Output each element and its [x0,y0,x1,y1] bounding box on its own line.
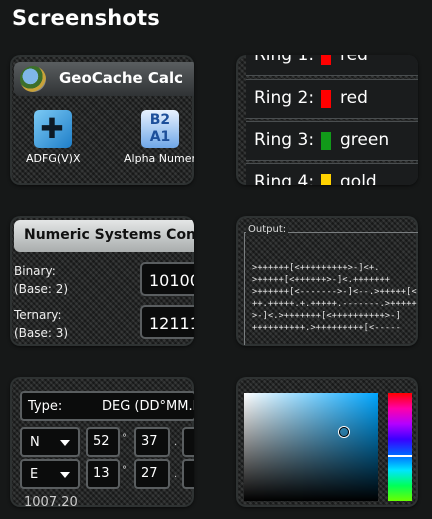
icon-glyph-top: B2 [149,112,171,128]
label-line: Binary: [14,264,56,278]
icon-glyph-bottom: A1 [149,129,171,145]
direction-value: E [30,467,39,482]
ring-label: Ring 2: [254,88,315,108]
latitude-direction-select[interactable]: N [20,427,80,457]
ring-color-name: red [340,88,368,108]
longitude-minutes-input[interactable]: 27 [134,459,170,489]
ring-color-name: gold [340,172,377,185]
tool-alpha-numeric[interactable]: B2 A1 Alpha Numer [124,110,194,165]
latitude-minutes-input[interactable]: 37 [134,427,170,457]
type-selector[interactable]: Type: DEG (DD°MM.M [20,391,194,421]
tool-adfgvx[interactable]: ADFG(V)X [26,110,81,165]
app-title-bar: Numeric Systems Conve [14,220,194,252]
color-swatch [321,90,331,108]
direction-value: N [30,435,40,450]
ring-label: Ring 4: [254,172,315,185]
ring-color-name: red [340,55,368,65]
output-line: >+++++[<++++++>-]<.+++++++ [252,275,391,285]
type-value: DEG (DD°MM.M [102,399,194,414]
binary-input[interactable]: 10100 [140,262,194,296]
ternary-input[interactable]: 12111 [140,305,194,339]
output-line: >-]<.>+++++++[<++++++++++>-] [252,311,401,321]
ring-row[interactable]: Ring 1: red [246,55,418,76]
decimal-separator: . [174,437,178,448]
label-line: (Base: 2) [14,282,69,296]
result-text: 1007.20 [24,495,78,507]
color-swatch [321,132,331,150]
longitude-decimal-input[interactable] [182,459,194,489]
hue-indicator[interactable] [388,455,412,457]
output-line: >++++++[<------->-]<--.>+++++[< [252,287,417,297]
page-title: Screenshots [12,6,160,30]
saturation-value-panel[interactable] [244,393,378,501]
ring-row[interactable]: Ring 2: red [246,79,418,119]
color-swatch [321,55,331,65]
app-title-bar: GeoCache Calc [14,62,194,96]
degree-symbol: ° [122,433,127,444]
globe-icon [20,66,46,92]
binary-label: Binary: (Base: 2) [14,262,68,298]
dropdown-arrow-icon [60,472,70,478]
output-line: >++++++[<+++++++++>-]<+. [252,263,380,273]
puzzle-icon [34,110,73,148]
ring-label: Ring 1: [254,55,315,65]
app-title: Numeric Systems Conve [24,227,194,243]
output-line: ++++++++++.>+++++++++[<----- [252,323,401,333]
output-label: Output: [246,224,289,235]
app-title: GeoCache Calc [59,69,184,87]
screenshot-color-picker[interactable] [236,377,418,507]
tool-label: Alpha Numer [124,152,194,165]
output-line: ++.+++++.+.+++++.-------.>+++++[< [252,299,418,309]
latitude-degrees-input[interactable]: 52 [86,427,120,457]
ternary-label: Ternary: (Base: 3) [14,306,68,342]
ring-row[interactable]: Ring 3: green [246,121,418,161]
ring-color-name: green [340,130,390,150]
longitude-direction-select[interactable]: E [20,459,80,489]
screenshot-output[interactable]: Output: >++++++[<+++++++++>-]<+. >+++++[… [236,216,418,346]
dropdown-arrow-icon [60,440,70,446]
screenshot-ring-colors[interactable]: Ring 1: red Ring 2: red Ring 3: green Ri… [236,55,418,185]
hue-slider[interactable] [388,393,412,501]
ring-row[interactable]: Ring 4: gold [246,163,418,185]
screenshot-geocache-calc[interactable]: GeoCache Calc ADFG(V)X B2 A1 Alpha Numer [10,55,194,185]
longitude-degrees-input[interactable]: 13 [86,459,120,489]
latitude-decimal-input[interactable] [182,427,194,457]
screenshot-numeric-converter[interactable]: Numeric Systems Conve Binary: (Base: 2) … [10,216,194,346]
type-label: Type: [28,399,63,414]
screenshot-coordinates[interactable]: Type: DEG (DD°MM.M N 52 ° 37 . E 13 ° 27… [10,377,194,507]
label-line: (Base: 3) [14,326,69,340]
ring-label: Ring 3: [254,130,315,150]
decimal-separator: . [174,469,178,480]
tool-label: ADFG(V)X [26,152,81,165]
degree-symbol: ° [122,465,127,476]
alpha-numeric-icon: B2 A1 [140,110,179,148]
label-line: Ternary: [14,308,62,322]
color-swatch [321,174,331,185]
color-handle[interactable] [339,427,349,437]
